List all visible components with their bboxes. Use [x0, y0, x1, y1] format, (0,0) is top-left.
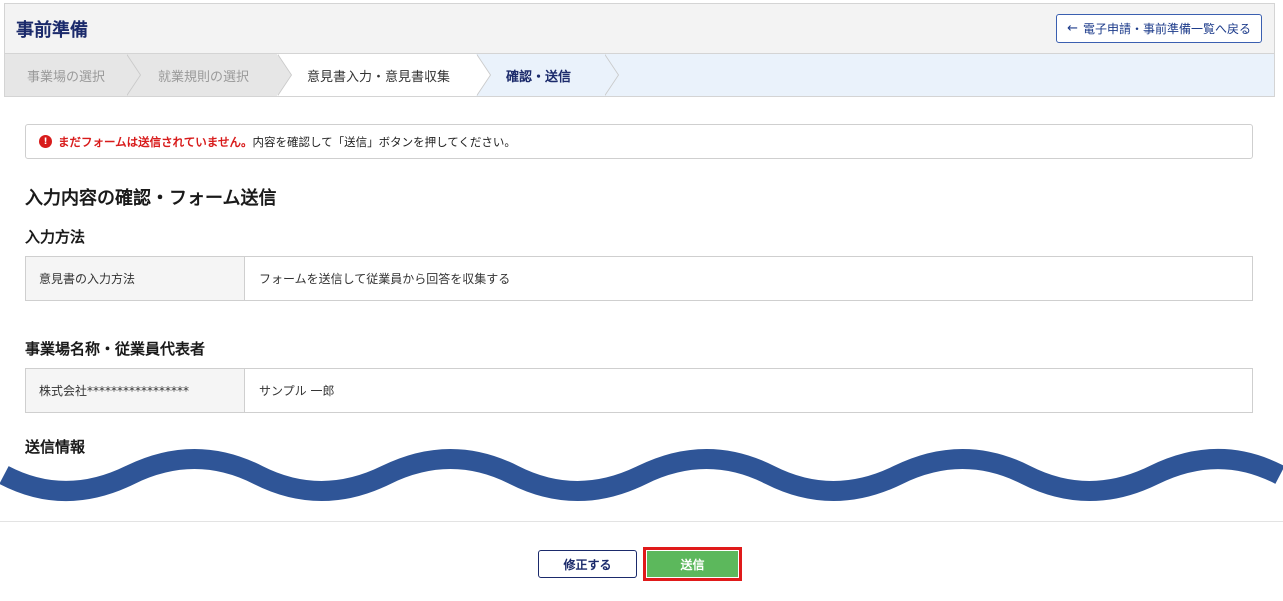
company-name: 株式会社*****************	[26, 369, 245, 412]
wave-divider	[0, 449, 1283, 501]
input-method-row: 意見書の入力方法 フォームを送信して従業員から回答を収集する	[25, 256, 1253, 301]
page-title: 入力内容の確認・フォーム送信	[25, 188, 277, 209]
exclamation-icon: !	[39, 135, 52, 148]
step-select-rules: 就業規則の選択	[126, 54, 292, 96]
step-label: 意見書入力・意見書収集	[307, 69, 451, 85]
step-label: 事業場の選択	[27, 69, 106, 85]
section-title-input-method: 入力方法	[25, 228, 86, 246]
progress-steps: 事業場の選択 就業規則の選択 意見書入力・意見書収集 確認・送信	[5, 54, 1274, 96]
arrow-left-icon: ←	[1067, 21, 1078, 36]
edit-button[interactable]: 修正する	[538, 550, 637, 578]
page-header: 事前準備 ← 電子申請・事前準備一覧へ戻る	[5, 4, 1274, 54]
back-to-list-button[interactable]: ← 電子申請・事前準備一覧へ戻る	[1056, 14, 1262, 43]
top-frame: 事前準備 ← 電子申請・事前準備一覧へ戻る 事業場の選択 就業規則の選択 意見書…	[4, 3, 1275, 97]
alert-text: 内容を確認して「送信」ボタンを押してください。	[252, 134, 516, 149]
step-opinion-input: 意見書入力・意見書収集	[277, 54, 491, 96]
step-confirm-send: 確認・送信	[476, 54, 619, 96]
steps-filler	[604, 54, 1274, 96]
section-title-workplace: 事業場名称・従業員代表者	[25, 340, 206, 358]
back-button-label: 電子申請・事前準備一覧へ戻る	[1082, 22, 1251, 36]
not-sent-alert: ! まだフォームは送信されていません。 内容を確認して「送信」ボタンを押してくだ…	[25, 124, 1253, 159]
step-select-workplace: 事業場の選択	[5, 54, 141, 96]
step-label: 確認・送信	[506, 69, 572, 85]
header-title: 事前準備	[16, 19, 88, 41]
send-button[interactable]: 送信	[647, 551, 738, 577]
alert-strong-text: まだフォームは送信されていません。	[58, 134, 253, 149]
input-method-value: フォームを送信して従業員から回答を収集する	[259, 272, 511, 286]
workplace-row: 株式会社***************** サンプル 一郎	[25, 368, 1253, 413]
employee-representative: サンプル 一郎	[259, 384, 335, 398]
footer-divider	[0, 521, 1283, 522]
input-method-label: 意見書の入力方法	[26, 257, 245, 300]
step-label: 就業規則の選択	[158, 69, 250, 85]
